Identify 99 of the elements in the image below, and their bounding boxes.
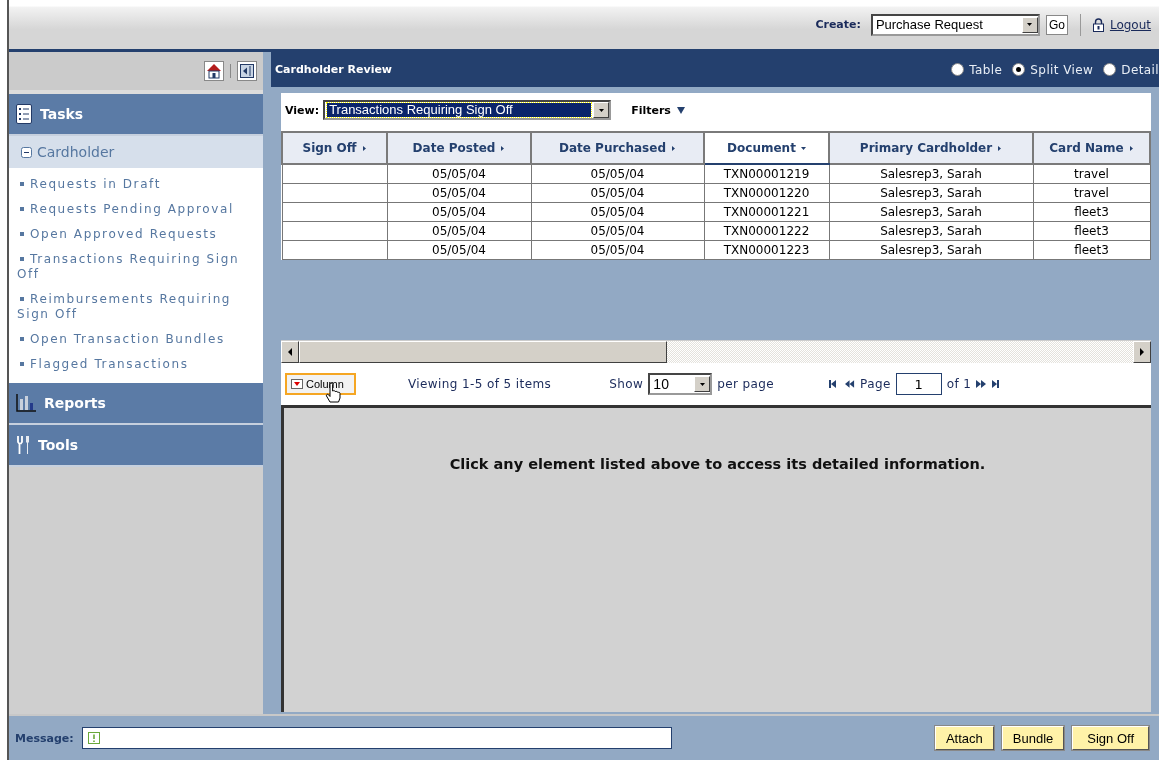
table-cell: 05/05/04: [531, 183, 704, 203]
group-title: Cardholder: [37, 144, 115, 160]
section-header[interactable]: Tasks: [9, 94, 263, 136]
table-cell: TXN00001222: [704, 221, 829, 241]
caret-icon: [676, 106, 685, 114]
lock-icon: [1092, 17, 1104, 32]
caret-icon: [1027, 23, 1033, 26]
exclamation-icon: [87, 732, 100, 744]
task-link[interactable]: Transactions Requiring Sign Off: [9, 249, 249, 289]
next-page-icon[interactable]: [976, 379, 988, 389]
previous-page-icon[interactable]: [845, 379, 856, 389]
table-cell: 05/05/04: [387, 221, 531, 241]
collapse-icon[interactable]: [21, 146, 32, 158]
dropdown-button[interactable]: [593, 102, 610, 118]
section-header[interactable]: Reports: [9, 383, 263, 425]
sort-arrow-icon: [1128, 145, 1134, 152]
table-cell: 05/05/04: [387, 183, 531, 203]
sort-arrow-icon: [361, 145, 367, 152]
section-header[interactable]: Tools: [9, 425, 263, 467]
task-link[interactable]: Flagged Transactions: [9, 354, 249, 379]
section-title: Tasks: [40, 106, 84, 122]
tools-icon: [16, 436, 30, 454]
bar-chart-icon: [16, 394, 36, 412]
task-link[interactable]: Requests in Draft: [9, 174, 249, 199]
sort-arrow-icon: [997, 145, 1003, 152]
table-cell: Salesrep3, Sarah: [829, 240, 1033, 260]
table-cell: Salesrep3, Sarah: [829, 202, 1033, 222]
column-header[interactable]: Sign Off: [282, 132, 387, 164]
table-cell: 05/05/04: [531, 164, 704, 184]
table-cell: fleet3: [1033, 240, 1150, 260]
action-button[interactable]: Bundle: [1001, 726, 1065, 750]
caret-icon: [699, 382, 705, 386]
group-header[interactable]: Cardholder: [9, 136, 263, 168]
table-cell: 05/05/04: [387, 240, 531, 260]
task-link[interactable]: Open Transaction Bundles: [9, 329, 249, 354]
column-header[interactable]: Date Posted: [387, 132, 531, 164]
page-size-select[interactable]: 10: [648, 373, 713, 395]
dropdown-button[interactable]: [1021, 16, 1038, 33]
table-cell: 05/05/04: [387, 202, 531, 222]
column-header[interactable]: Card Name: [1033, 132, 1150, 164]
section-title: Reports: [44, 395, 106, 411]
collapse-button[interactable]: [237, 61, 257, 81]
horizontal-scrollbar[interactable]: [281, 340, 1151, 363]
table-cell: travel: [1033, 164, 1150, 184]
view-mode-radio[interactable]: Table: [951, 62, 1003, 77]
column-header[interactable]: Date Purchased: [531, 132, 704, 164]
table-cell: TXN00001220: [704, 183, 829, 203]
collapse-panel-icon: [240, 64, 254, 78]
table-cell: Salesrep3, Sarah: [829, 183, 1033, 203]
task-link[interactable]: Reimbursements Requiring Sign Off: [9, 289, 249, 329]
table-cell: 05/05/04: [531, 240, 704, 260]
sort-arrow-icon: [671, 145, 676, 152]
table-cell: fleet3: [1033, 202, 1150, 222]
view-mode-radio[interactable]: Detail: [1103, 62, 1159, 77]
table-cell: TXN00001221: [704, 202, 829, 222]
action-button[interactable]: Attach: [934, 726, 994, 750]
table-cell: TXN00001223: [704, 240, 829, 260]
per-page-label: per page: [717, 377, 775, 391]
sort-arrow-icon: [800, 145, 806, 152]
task-link[interactable]: Open Approved Requests: [9, 224, 249, 249]
column-header[interactable]: Primary Cardholder: [829, 132, 1033, 164]
create-label: Create:: [815, 18, 861, 31]
filters-toggle[interactable]: Filters: [631, 103, 685, 117]
dropdown-button[interactable]: [694, 376, 711, 392]
caret-icon: [598, 108, 604, 112]
section-title: Tools: [38, 437, 79, 453]
table-cell: 05/05/04: [531, 221, 704, 241]
create-select[interactable]: Purchase Request: [870, 13, 1040, 36]
table-cell: TXN00001219: [704, 164, 829, 184]
action-button[interactable]: Sign Off: [1072, 726, 1149, 750]
logout-link[interactable]: Logout: [1109, 17, 1151, 32]
item-count: Viewing 1-5 of 5 items: [407, 377, 552, 391]
table-cell: 05/05/04: [387, 164, 531, 184]
left-arrow-icon[interactable]: [288, 348, 292, 356]
view-mode-radio[interactable]: Split View: [1012, 62, 1094, 77]
dropdown-icon: [291, 379, 303, 389]
sort-arrow-icon: [500, 145, 506, 152]
detail-hint: Click any element listed above to access its detailed information.: [449, 456, 986, 474]
show-label: Show: [609, 377, 644, 391]
message-label: Message:: [15, 731, 74, 745]
view-label: View:: [285, 103, 320, 117]
table-cell: 05/05/04: [531, 202, 704, 222]
go-button[interactable]: Go: [1045, 14, 1068, 35]
table-cell: Salesrep3, Sarah: [829, 164, 1033, 184]
page-total: of 1: [946, 377, 972, 391]
checklist-icon: [16, 104, 32, 124]
column-header[interactable]: Document: [704, 132, 829, 164]
table-cell: fleet3: [1033, 221, 1150, 241]
table-cell: Salesrep3, Sarah: [829, 221, 1033, 241]
page-input[interactable]: 1: [895, 373, 942, 395]
table-cell: travel: [1033, 183, 1150, 203]
home-icon: [206, 63, 222, 79]
view-select[interactable]: Transactions Requiring Sign Off: [323, 100, 612, 120]
task-link[interactable]: Requests Pending Approval: [9, 199, 249, 224]
right-arrow-icon[interactable]: [1140, 348, 1144, 356]
panel-title: Cardholder Review: [275, 63, 393, 76]
message-field[interactable]: [81, 727, 672, 749]
home-button[interactable]: [204, 61, 224, 81]
page-label: Page: [860, 377, 891, 391]
